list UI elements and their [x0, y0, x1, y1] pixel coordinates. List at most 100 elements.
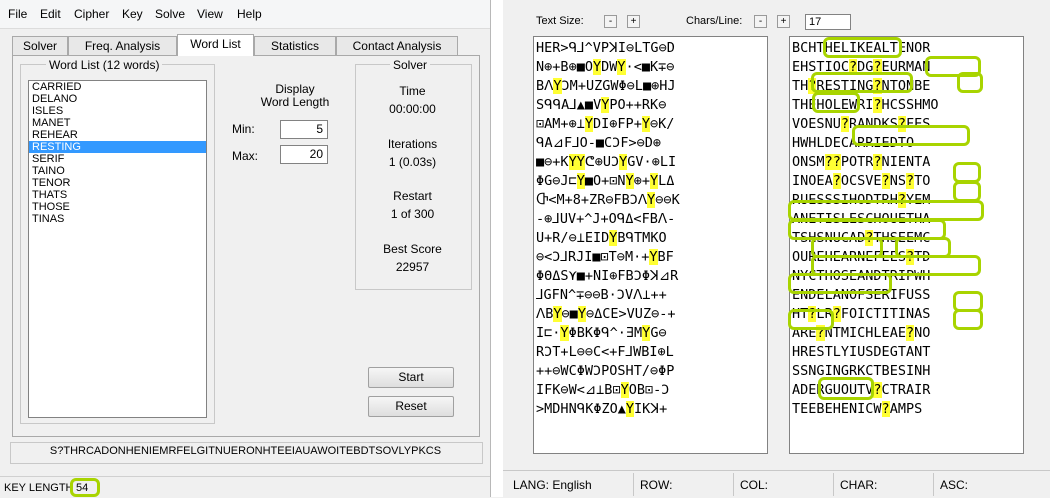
- right-status-bar: LANG: English ROW: COL: CHAR: ASC:: [503, 470, 1050, 498]
- cipher-line: ⊡AM+⊕⊥YDI⊕FP+Y⊖K/: [536, 116, 675, 132]
- cipher-line: Ⴇ<M+8+ZR⊖FBϽꓥY⊖⊖K: [536, 192, 680, 208]
- key-length-label: KEY LENGTH: [4, 482, 74, 494]
- cipher-line: ΦG⊖J⊏Y■O+⊡NY⊕+YLΔ: [536, 173, 675, 189]
- chars-decrease-button[interactable]: -: [754, 15, 767, 28]
- row-status: ROW:: [640, 478, 673, 492]
- word-list-title: Word List (12 words): [46, 58, 163, 72]
- status-separator: [933, 473, 934, 496]
- text-size-increase-button[interactable]: +: [627, 15, 640, 28]
- chars-per-line-label: Chars/Line:: [686, 15, 743, 27]
- key-length-highlight: [70, 478, 100, 497]
- start-button[interactable]: Start: [368, 367, 454, 388]
- solver-title: Solver: [390, 58, 431, 72]
- display-heading-1: Display: [275, 82, 315, 96]
- ciphertext-content: HER>ᑫ⅃^VPꓘI⊖LTG⊖D N⊕+B⊕■OYDWY·<■K∓⊖ BꓥYϽM+…: [536, 39, 680, 419]
- cipher-line: ⅃GFN^∓⊖⊖B·ϽVꓥ⊥++: [536, 287, 667, 303]
- best-score-value: 22957: [395, 260, 430, 274]
- display-heading-2: Word Length: [260, 95, 330, 109]
- lang-status: LANG: English: [513, 478, 592, 492]
- left-status-bar: KEY LENGTH 54: [0, 476, 490, 498]
- col-status: COL:: [740, 478, 769, 492]
- cipher-line: ⊖<Ͻ⅃RJI■⊡T⊖M·+YBF: [536, 249, 674, 265]
- word-list-item[interactable]: ISLES: [29, 105, 206, 117]
- word-highlight-em: [953, 181, 981, 202]
- word-highlight-behe: [818, 377, 874, 400]
- word-highlight-thelike: [823, 37, 902, 58]
- iterations-label: Iterations: [387, 137, 438, 151]
- word-list-item[interactable]: TAINO: [29, 165, 206, 177]
- restart-label: Restart: [393, 189, 432, 203]
- text-size-label: Text Size:: [536, 15, 584, 27]
- cipher-line: RϽT+L⊖⊖C<+F⅃WBI⊕L: [536, 344, 674, 360]
- tab-contact-analysis[interactable]: Contact Analysis: [336, 36, 458, 55]
- word-list-item[interactable]: REHEAR: [29, 129, 206, 141]
- word-list-box[interactable]: CARRIED DELANO ISLES MANET REHEAR RESTING SERI…: [28, 80, 207, 418]
- word-highlight-anet: [788, 200, 984, 221]
- cipher-line: ■⊖+KYYᕦ⊕UϽYGV·⊕LI: [536, 154, 677, 170]
- char-status: CHAR:: [840, 478, 878, 492]
- cipher-line: >MDHNᑫKΦZO▲YIKꓘ+: [536, 401, 668, 417]
- plain-line: ONSM??POTR?NIENTA: [792, 154, 931, 170]
- min-label: Min:: [232, 122, 255, 136]
- tab-statistics[interactable]: Statistics: [254, 36, 336, 55]
- status-separator: [633, 473, 634, 496]
- menu-edit[interactable]: Edit: [40, 7, 61, 21]
- menu-bar: File Edit Cipher Key Solve View Help: [0, 0, 490, 29]
- plain-line: TEEBEHENICW?AMPS: [792, 401, 923, 417]
- tab-freq-analysis[interactable]: Freq. Analysis: [68, 36, 177, 55]
- cipher-line: BꓥYϽM+UZGWΦ⊖L■⊕HJ: [536, 78, 676, 94]
- cipher-line: N⊕+B⊕■OYDWY·<■K∓⊖: [536, 59, 675, 75]
- word-list-item[interactable]: THATS: [29, 189, 206, 201]
- tab-word-list[interactable]: Word List: [177, 34, 254, 56]
- word-list-item[interactable]: THOSE: [29, 201, 206, 213]
- word-highlight-are: [788, 309, 834, 330]
- menu-help[interactable]: Help: [237, 7, 262, 21]
- asc-status: ASC:: [940, 478, 969, 492]
- tab-solver[interactable]: Solver: [12, 36, 68, 55]
- menu-cipher[interactable]: Cipher: [74, 7, 109, 21]
- word-list-item[interactable]: MANET: [29, 117, 206, 129]
- cipher-solver-window: File Edit Cipher Key Solve View Help Sol…: [0, 0, 491, 498]
- word-list-item[interactable]: CARRIED: [29, 81, 206, 93]
- word-list-item[interactable]: SERIF: [29, 153, 206, 165]
- text-size-decrease-button[interactable]: -: [604, 15, 617, 28]
- time-label: Time: [399, 84, 426, 98]
- min-length-input[interactable]: 5: [280, 120, 328, 139]
- status-separator: [833, 473, 834, 496]
- plain-line: HRESTLYIUSDEGTANT: [792, 344, 931, 360]
- background-gutter: [491, 0, 503, 497]
- menu-file[interactable]: File: [8, 7, 27, 21]
- word-highlight-be: [957, 72, 983, 93]
- word-list-item[interactable]: TENOR: [29, 177, 206, 189]
- word-highlight-delano: [788, 273, 892, 294]
- plain-line: INOEA?OCSVE?NS?TO: [792, 173, 931, 189]
- status-separator: [733, 473, 734, 496]
- menu-solve[interactable]: Solve: [155, 7, 185, 21]
- word-highlight-carried: [852, 125, 970, 146]
- word-list-item[interactable]: RESTING: [29, 141, 206, 153]
- menu-view[interactable]: View: [197, 7, 223, 21]
- iterations-value: 1 (0.03s): [388, 155, 437, 169]
- word-list-item[interactable]: DELANO: [29, 93, 206, 105]
- cipher-line: -⊕⅃UV+^J+OᑫΔ<FBꓥ-: [536, 211, 676, 227]
- word-highlight-no: [953, 309, 983, 330]
- cipher-line: U+R/⊖⊥EIDYBᑫTMKO: [536, 230, 667, 246]
- word-list-item[interactable]: TINAS: [29, 213, 206, 225]
- key-string: S?THRCADONHENIEMRFELGITNUERONHTEEIAUAWOI…: [49, 445, 442, 457]
- max-length-input[interactable]: 20: [280, 145, 328, 164]
- ciphertext-pane[interactable]: HER>ᑫ⅃^VPꓘI⊖LTG⊖D N⊕+B⊕■OYDWY·<■K∓⊖ BꓥYϽM+…: [533, 36, 768, 454]
- cipher-line: SᑫᑫA⅃▲■VYPO++RK⊖: [536, 97, 667, 113]
- cipher-line: ꓥBY⊖■Y⊖ΔCE>VUZ⊖-+: [536, 306, 676, 322]
- cipher-line: ΦΘΔS⋎■+NI⊕FBϽΦꓘ⊿R: [536, 268, 679, 284]
- word-highlight-hole: [812, 92, 860, 113]
- cipher-line: ᑫA⊿F⅃O-■CϽF>⊖D⊕: [536, 135, 662, 151]
- best-score-label: Best Score: [383, 242, 442, 256]
- reset-button[interactable]: Reset: [368, 396, 454, 417]
- chars-increase-button[interactable]: +: [777, 15, 790, 28]
- max-label: Max:: [232, 149, 259, 163]
- time-value: 00:00:00: [389, 102, 436, 116]
- chars-per-line-input[interactable]: 17: [805, 14, 851, 30]
- word-highlight-resting: [811, 72, 913, 93]
- cipher-line: HER>ᑫ⅃^VPꓘI⊖LTG⊖D: [536, 40, 675, 56]
- menu-key[interactable]: Key: [122, 7, 143, 21]
